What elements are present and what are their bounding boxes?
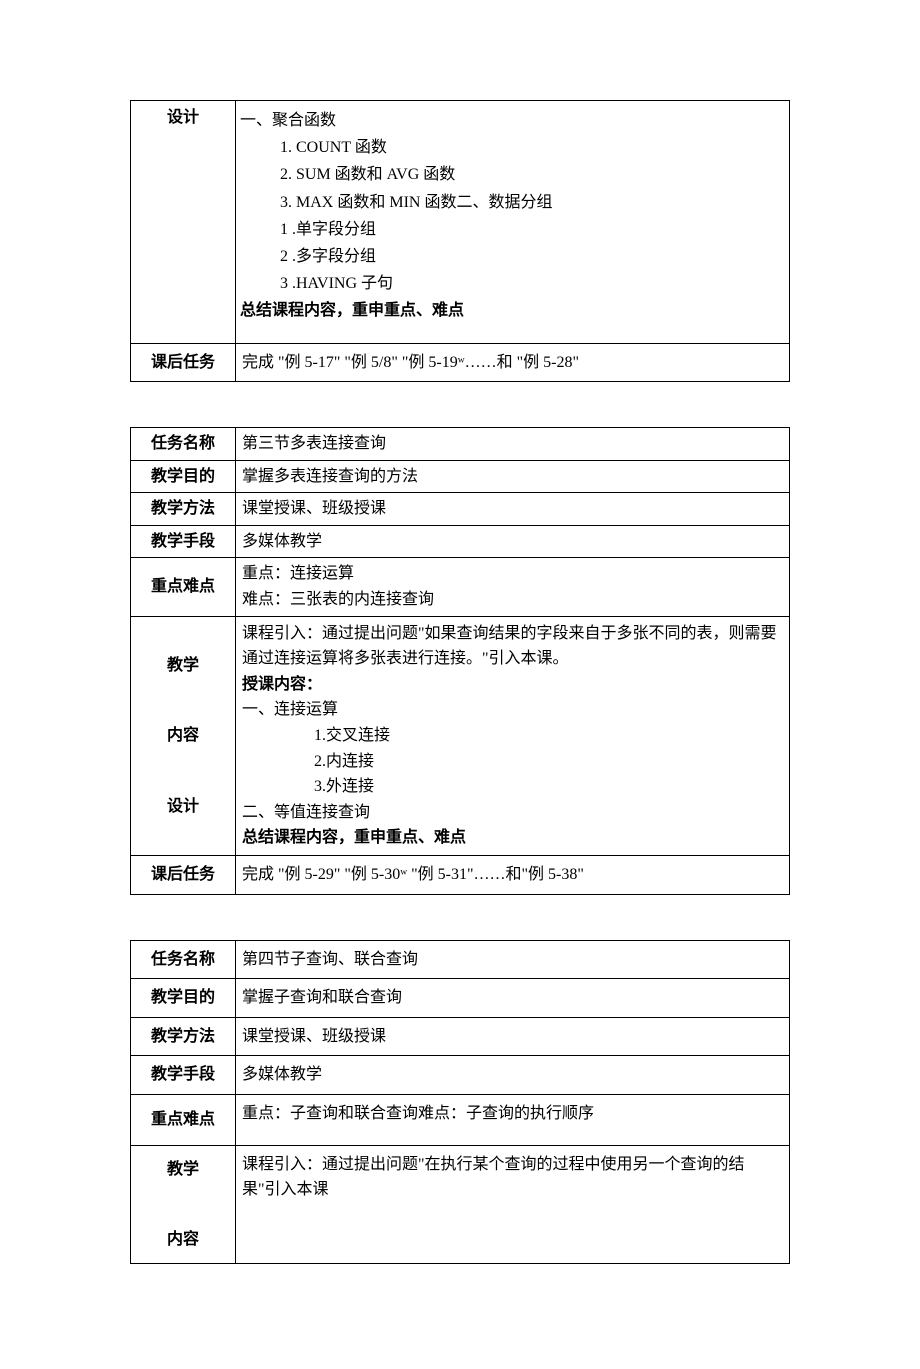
- text-line: 1.交叉连接: [242, 723, 783, 749]
- row-label: 设计: [131, 101, 236, 344]
- row-content: 第三节多表连接查询: [236, 428, 790, 461]
- label-part: 内容: [167, 727, 199, 744]
- text-line: 2 .多字段分组: [240, 243, 781, 270]
- text-line: 3 .HAVING 子句: [240, 270, 781, 297]
- row-label: 教学方法: [131, 1017, 236, 1056]
- text-line: 授课内容：: [242, 676, 322, 693]
- row-content: 完成 "例 5-29" "例 5-30ʷ "例 5-31"……和"例 5-38": [236, 856, 790, 895]
- row-content: 课堂授课、班级授课: [236, 1017, 790, 1056]
- table-row: 教学手段 多媒体教学: [131, 1056, 790, 1095]
- table-row: 教学 内容 课程引入：通过提出问题"在执行某个查询的过程中使用另一个查询的结果"…: [131, 1145, 790, 1264]
- row-label: 任务名称: [131, 428, 236, 461]
- row-label: 教学手段: [131, 525, 236, 558]
- row-content: 第四节子查询、联合查询: [236, 940, 790, 979]
- row-content: 重点：连接运算 难点：三张表的内连接查询: [236, 558, 790, 616]
- text-line: 一、连接运算: [242, 701, 338, 718]
- lesson-table-3: 任务名称 第四节子查询、联合查询 教学目的 掌握子查询和联合查询 教学方法 课堂…: [130, 940, 790, 1265]
- text-line: 3. MAX 函数和 MIN 函数二、数据分组: [240, 189, 781, 216]
- label-part: 教学: [167, 1161, 199, 1178]
- row-content: 多媒体教学: [236, 525, 790, 558]
- row-label: 重点难点: [131, 1094, 236, 1145]
- table-row: 课后任务 完成 "例 5-17" "例 5/8" "例 5-19ʷ……和 "例 …: [131, 343, 790, 382]
- lesson-table-2: 任务名称 第三节多表连接查询 教学目的 掌握多表连接查询的方法 教学方法 课堂授…: [130, 427, 790, 895]
- table-row: 教学手段 多媒体教学: [131, 525, 790, 558]
- table-row: 课后任务 完成 "例 5-29" "例 5-30ʷ "例 5-31"……和"例 …: [131, 856, 790, 895]
- text-line: 课程引入：通过提出问题"如果查询结果的字段来自于多张不同的表，则需要通过连接运算…: [242, 625, 777, 668]
- text-line: 2.内连接: [242, 749, 783, 775]
- row-label: 重点难点: [131, 558, 236, 616]
- table-row: 重点难点 重点：连接运算 难点：三张表的内连接查询: [131, 558, 790, 616]
- table-row: 教学 内容 设计 课程引入：通过提出问题"如果查询结果的字段来自于多张不同的表，…: [131, 616, 790, 855]
- text-line: 重点：连接运算: [242, 565, 354, 582]
- row-content: 课程引入：通过提出问题"在执行某个查询的过程中使用另一个查询的结果"引入本课: [236, 1145, 790, 1264]
- row-label: 教学目的: [131, 460, 236, 493]
- text-line: 2. SUM 函数和 AVG 函数: [240, 161, 781, 188]
- label-part: 内容: [167, 1231, 199, 1248]
- row-label: 课后任务: [131, 856, 236, 895]
- text-line: 难点：三张表的内连接查询: [242, 591, 434, 608]
- text-line: 二、等值连接查询: [242, 804, 370, 821]
- row-content: 掌握多表连接查询的方法: [236, 460, 790, 493]
- table-row: 教学方法 课堂授课、班级授课: [131, 1017, 790, 1056]
- table-row: 教学目的 掌握子查询和联合查询: [131, 979, 790, 1018]
- table-row: 设计 一、聚合函数 1. COUNT 函数 2. SUM 函数和 AVG 函数 …: [131, 101, 790, 344]
- text-line: 1 .单字段分组: [240, 216, 781, 243]
- summary-line: 总结课程内容，重申重点、难点: [242, 829, 466, 846]
- row-label: 教学手段: [131, 1056, 236, 1095]
- row-content: 掌握子查询和联合查询: [236, 979, 790, 1018]
- table-row: 任务名称 第三节多表连接查询: [131, 428, 790, 461]
- table-row: 教学方法 课堂授课、班级授课: [131, 493, 790, 526]
- text-line: 1. COUNT 函数: [240, 134, 781, 161]
- label-part: 设计: [167, 798, 199, 815]
- row-label: 教学 内容: [131, 1145, 236, 1264]
- summary-line: 总结课程内容，重申重点、难点: [240, 302, 464, 319]
- table-row: 重点难点 重点：子查询和联合查询难点：子查询的执行顺序: [131, 1094, 790, 1145]
- row-content: 一、聚合函数 1. COUNT 函数 2. SUM 函数和 AVG 函数 3. …: [236, 101, 790, 344]
- row-label: 教学 内容 设计: [131, 616, 236, 855]
- row-content: 完成 "例 5-17" "例 5/8" "例 5-19ʷ……和 "例 5-28": [236, 343, 790, 382]
- row-content: 课堂授课、班级授课: [236, 493, 790, 526]
- text-line: 一、聚合函数: [240, 112, 336, 129]
- row-label: 任务名称: [131, 940, 236, 979]
- row-label: 教学方法: [131, 493, 236, 526]
- table-row: 教学目的 掌握多表连接查询的方法: [131, 460, 790, 493]
- row-content: 多媒体教学: [236, 1056, 790, 1095]
- text-line: 3.外连接: [242, 774, 783, 800]
- lesson-table-1: 设计 一、聚合函数 1. COUNT 函数 2. SUM 函数和 AVG 函数 …: [130, 100, 790, 382]
- row-label: 教学目的: [131, 979, 236, 1018]
- label-part: 教学: [167, 657, 199, 674]
- row-content: 重点：子查询和联合查询难点：子查询的执行顺序: [236, 1094, 790, 1145]
- row-label: 课后任务: [131, 343, 236, 382]
- table-row: 任务名称 第四节子查询、联合查询: [131, 940, 790, 979]
- row-content: 课程引入：通过提出问题"如果查询结果的字段来自于多张不同的表，则需要通过连接运算…: [236, 616, 790, 855]
